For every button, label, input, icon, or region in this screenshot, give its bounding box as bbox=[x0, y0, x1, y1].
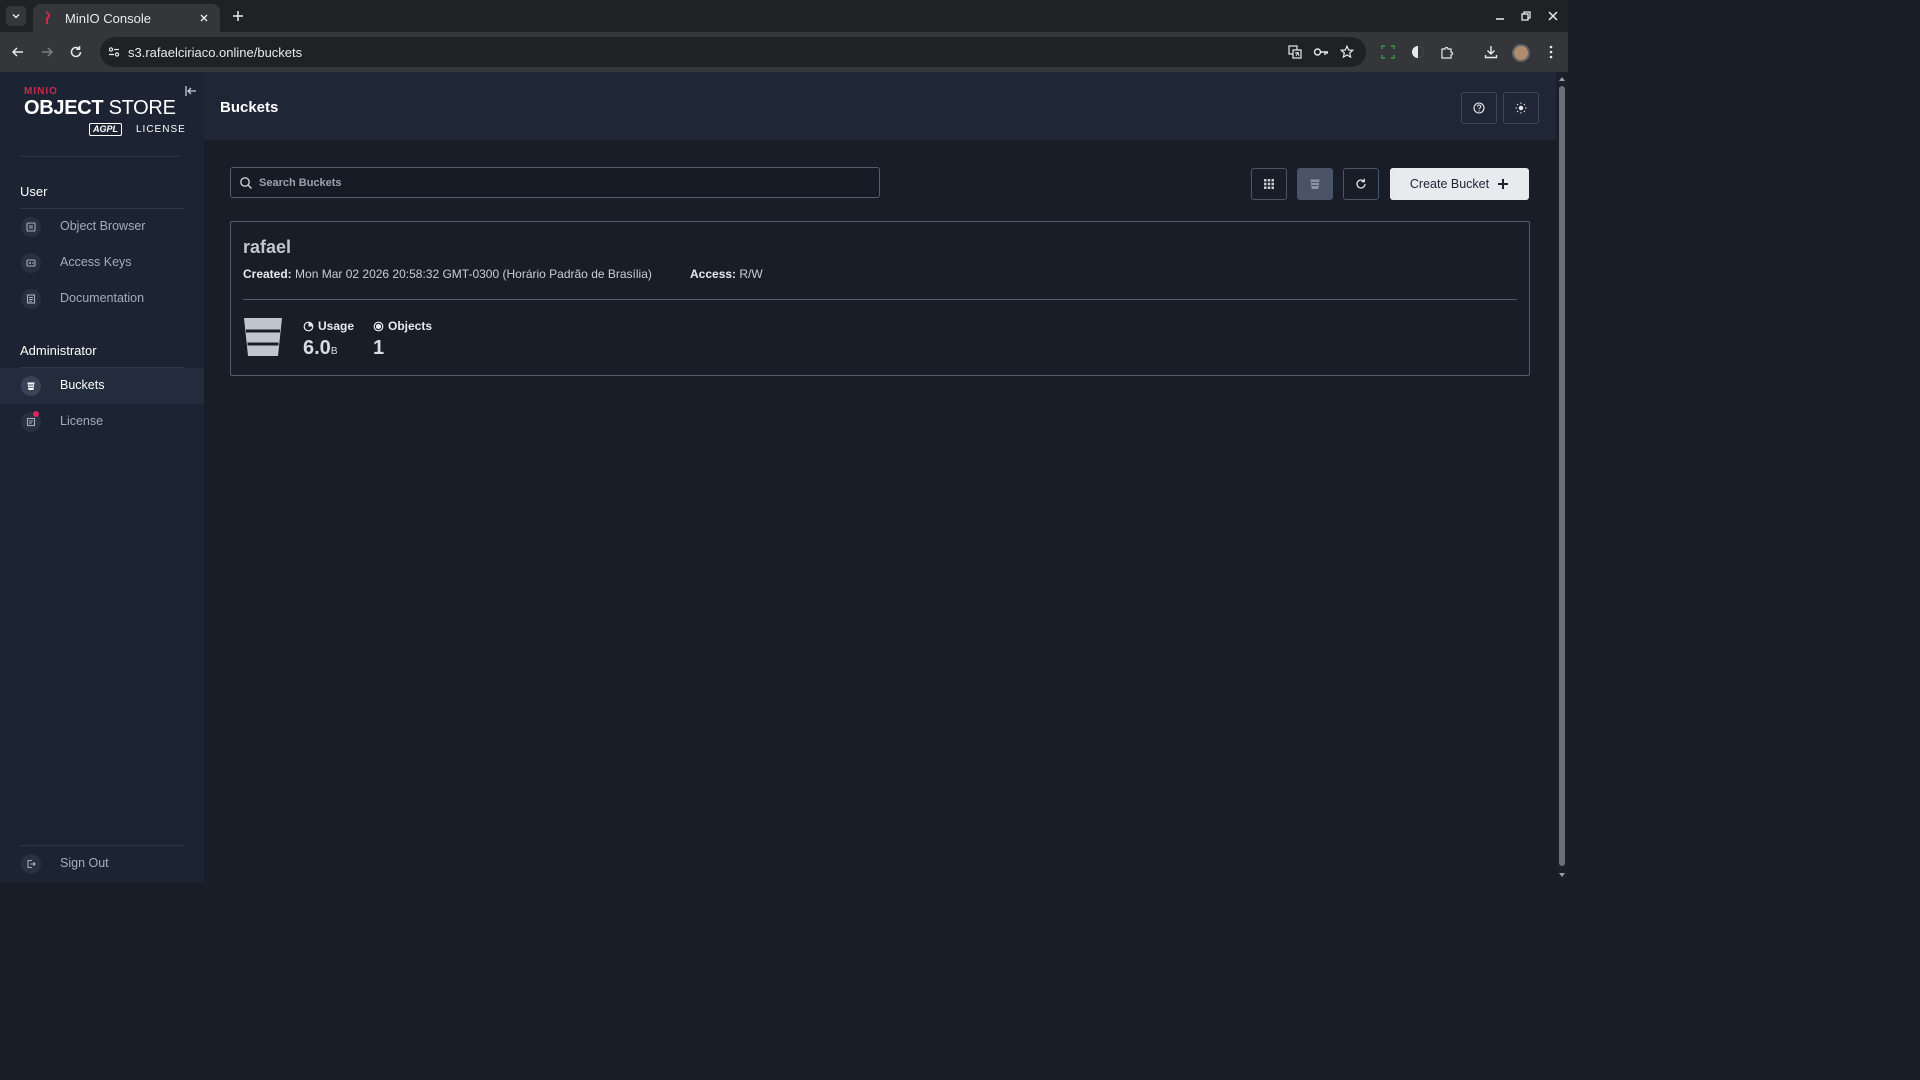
search-icon bbox=[240, 177, 252, 189]
sidebar-item-buckets[interactable]: Buckets bbox=[0, 368, 204, 404]
collapse-sidebar-icon[interactable] bbox=[184, 84, 198, 98]
bucket-name[interactable]: rafael bbox=[243, 237, 291, 258]
logo-license-word: LICENSE bbox=[136, 124, 186, 135]
list-view-button[interactable] bbox=[1297, 168, 1333, 200]
help-icon bbox=[1473, 102, 1485, 114]
new-tab-icon[interactable] bbox=[229, 7, 247, 25]
refresh-icon bbox=[1356, 178, 1366, 189]
logo-divider bbox=[20, 156, 180, 157]
sidebar-item-label: Access Keys bbox=[60, 255, 132, 269]
browser-tab-bar: MinIO Console bbox=[0, 0, 1568, 32]
access-keys-icon bbox=[21, 253, 41, 273]
minio-favicon-icon bbox=[41, 11, 55, 25]
page-title: Buckets bbox=[220, 99, 279, 116]
bucket-icon bbox=[244, 318, 282, 356]
restore-icon[interactable] bbox=[1518, 8, 1534, 24]
grid-icon bbox=[1264, 179, 1274, 189]
more-menu-icon[interactable] bbox=[1543, 44, 1559, 60]
object-browser-icon bbox=[21, 217, 41, 237]
card-divider bbox=[243, 299, 1517, 300]
bucket-list-icon bbox=[1310, 179, 1320, 189]
usage-value: 6.0B bbox=[303, 337, 338, 359]
sidebar-item-label: License bbox=[60, 414, 104, 428]
bucket-card[interactable]: rafael Created: Mon Mar 02 2026 20:58:32… bbox=[230, 221, 1530, 376]
sidebar-item-access-keys[interactable]: Access Keys bbox=[0, 245, 204, 281]
tab-list-button[interactable] bbox=[6, 6, 26, 26]
tab-title: MinIO Console bbox=[65, 10, 151, 26]
extensions-puzzle-icon[interactable] bbox=[1439, 44, 1455, 60]
browser-tab[interactable]: MinIO Console bbox=[33, 4, 220, 32]
create-bucket-label: Create Bucket bbox=[1409, 177, 1490, 191]
sidebar-item-label: Documentation bbox=[60, 291, 145, 305]
chevron-down-icon bbox=[12, 13, 20, 19]
sidebar-item-documentation[interactable]: Documentation bbox=[0, 281, 204, 317]
scroll-down-icon[interactable] bbox=[1558, 871, 1566, 879]
logo-product: OBJECT STORE bbox=[24, 97, 176, 119]
bucket-access: Access: R/W bbox=[690, 267, 763, 281]
sidebar-item-object-browser[interactable]: Object Browser bbox=[0, 209, 204, 245]
section-heading-user: User bbox=[20, 184, 48, 199]
sidebar-item-label: Object Browser bbox=[60, 219, 146, 233]
translate-icon[interactable] bbox=[1287, 44, 1303, 60]
objects-value: 1 bbox=[373, 337, 385, 359]
close-window-icon[interactable] bbox=[1545, 8, 1561, 24]
forward-icon[interactable] bbox=[37, 42, 57, 62]
bucket-created: Created: Mon Mar 02 2026 20:58:32 GMT-03… bbox=[243, 267, 652, 281]
minio-logo[interactable]: MINIO OBJECT STORE AGPL LICENSE bbox=[24, 86, 186, 142]
sidebar: MINIO OBJECT STORE AGPL LICENSE User Obj… bbox=[0, 72, 204, 882]
url-text[interactable]: s3.rafaelciriaco.online/buckets bbox=[128, 45, 302, 60]
notification-badge bbox=[33, 411, 39, 417]
screen-capture-icon[interactable] bbox=[1380, 44, 1396, 60]
extension-circle-icon[interactable] bbox=[1410, 44, 1426, 60]
profile-avatar[interactable] bbox=[1512, 44, 1530, 62]
download-icon[interactable] bbox=[1483, 44, 1499, 60]
page-header: Buckets bbox=[204, 72, 1556, 140]
search-buckets-field[interactable] bbox=[230, 167, 880, 198]
objects-label: Objects bbox=[373, 319, 432, 333]
page-scrollbar[interactable] bbox=[1556, 72, 1568, 882]
sign-out-icon bbox=[21, 854, 41, 874]
sign-out-label: Sign Out bbox=[60, 856, 109, 870]
search-input[interactable] bbox=[259, 168, 869, 197]
scroll-up-icon[interactable] bbox=[1558, 75, 1566, 83]
logo-brand: MINIO bbox=[24, 86, 58, 97]
refresh-button[interactable] bbox=[1343, 168, 1379, 200]
bucket-icon bbox=[21, 376, 41, 396]
usage-label: Usage bbox=[303, 319, 354, 333]
usage-pie-icon bbox=[303, 321, 314, 331]
help-button[interactable] bbox=[1461, 92, 1497, 124]
logo-agpl-mark: AGPL bbox=[89, 123, 123, 136]
password-key-icon[interactable] bbox=[1313, 44, 1329, 60]
section-heading-administrator: Administrator bbox=[20, 343, 97, 358]
plus-icon bbox=[1498, 179, 1509, 189]
reload-icon[interactable] bbox=[66, 42, 86, 62]
objects-icon bbox=[373, 321, 384, 331]
grid-view-button[interactable] bbox=[1251, 168, 1287, 200]
tab-close-icon[interactable] bbox=[196, 10, 212, 26]
sidebar-item-license[interactable]: License bbox=[0, 404, 204, 440]
sidebar-item-label: Buckets bbox=[60, 378, 105, 392]
site-info-icon[interactable] bbox=[106, 44, 122, 60]
create-bucket-button[interactable]: Create Bucket bbox=[1390, 168, 1529, 200]
sun-icon bbox=[1515, 102, 1527, 114]
address-bar[interactable]: s3.rafaelciriaco.online/buckets bbox=[100, 37, 1366, 67]
documentation-icon bbox=[21, 289, 41, 309]
sign-out-button[interactable]: Sign Out bbox=[0, 846, 204, 882]
scroll-thumb[interactable] bbox=[1559, 86, 1565, 866]
minimize-icon[interactable] bbox=[1492, 8, 1508, 24]
back-icon[interactable] bbox=[8, 42, 28, 62]
bookmark-star-icon[interactable] bbox=[1339, 44, 1355, 60]
theme-toggle-button[interactable] bbox=[1503, 92, 1539, 124]
browser-toolbar: s3.rafaelciriaco.online/buckets bbox=[0, 32, 1568, 72]
